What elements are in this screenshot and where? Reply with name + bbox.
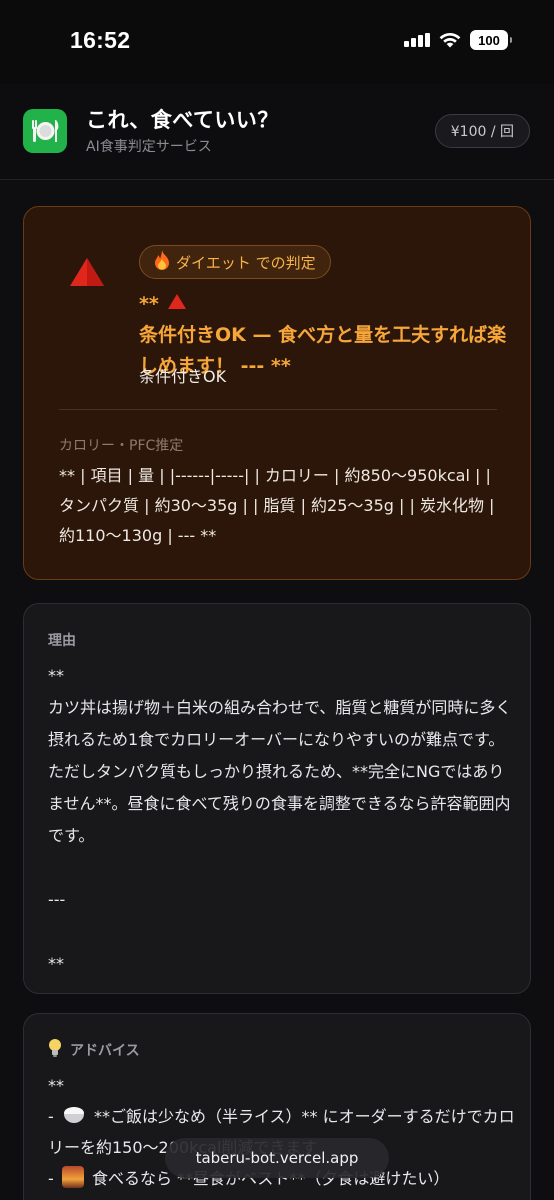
verdict-label: 条件付きOK <box>139 367 227 386</box>
battery-icon: 100 <box>470 30 512 50</box>
app-header: これ、食べていい？ AI食事判定サービス ¥100 / 回 <box>0 84 554 180</box>
reason-line: --- <box>48 890 66 909</box>
app-subtitle: AI食事判定サービス <box>86 139 212 155</box>
diet-mode-badge: ダイエット での判定 <box>139 245 331 279</box>
verdict-card: ダイエット での判定 ** 条件付きOK — 食べ方と量を工夫すれば楽しめます！… <box>23 206 531 580</box>
status-time: 16:52 <box>70 27 131 53</box>
reason-card: 理由 ** カツ丼は揚げ物＋白米の組み合わせで、脂質と糖質が同時に多く摂れるため… <box>23 603 531 994</box>
reason-line: ** <box>48 666 64 685</box>
flame-icon <box>154 250 170 274</box>
sunset-icon <box>61 1166 84 1188</box>
plate-fork-knife-icon <box>23 109 67 153</box>
reason-body: ** カツ丼は揚げ物＋白米の組み合わせで、脂質と糖質が同時に多く摂れるため1食で… <box>48 660 512 980</box>
wifi-icon <box>438 31 462 49</box>
reason-paragraph: カツ丼は揚げ物＋白米の組み合わせで、脂質と糖質が同時に多く摂れるため1食でカロリ… <box>48 698 512 845</box>
warning-triangle-small-icon <box>167 289 187 320</box>
reason-line <box>48 852 512 884</box>
light-bulb-icon <box>48 1038 62 1062</box>
advice-header: アドバイス <box>48 1038 140 1062</box>
rice-bowl-icon <box>62 1103 86 1123</box>
url-bar[interactable]: taberu-bot.vercel.app <box>165 1138 389 1178</box>
reason-title: 理由 <box>48 633 76 649</box>
divider <box>59 409 497 410</box>
mode-label: ダイエット での判定 <box>176 253 316 272</box>
reason-line <box>48 916 512 948</box>
cellular-signal-icon <box>404 33 430 47</box>
reason-line: ** <box>48 954 64 973</box>
advice-item-bullet: - <box>48 1169 54 1188</box>
heading-prefix: ** <box>139 293 159 315</box>
status-bar: 16:52 100 <box>0 0 554 84</box>
pfc-estimate-text: ** | 項目 | 量 | |------|-----| | カロリー | 約8… <box>59 466 495 545</box>
app-title: これ、食べていい？ <box>86 108 279 132</box>
advice-item-bullet: - <box>48 1107 54 1126</box>
price-badge[interactable]: ¥100 / 回 <box>434 114 530 148</box>
warning-triangle-icon <box>69 257 105 291</box>
pfc-section-title: カロリー・PFC推定 <box>59 438 184 454</box>
advice-title: アドバイス <box>70 1043 140 1059</box>
status-icons: 100 <box>404 30 512 50</box>
advice-line: ** <box>48 1076 64 1095</box>
